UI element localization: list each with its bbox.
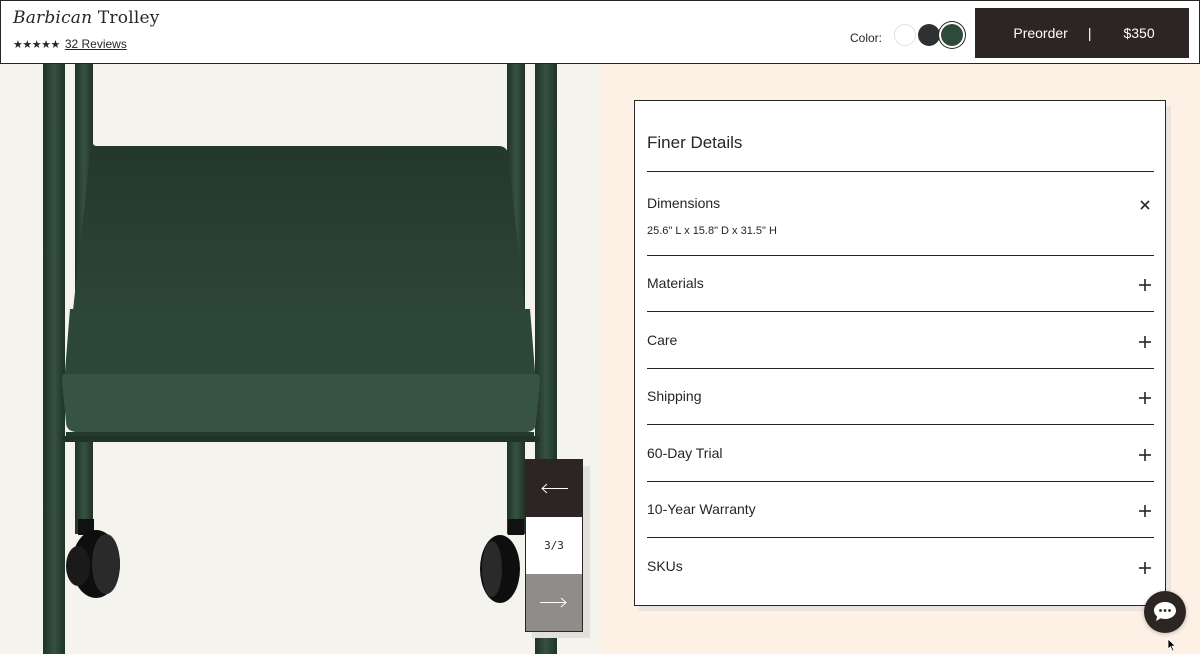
chat-button[interactable] xyxy=(1144,591,1186,633)
product-title-regular: Trolley xyxy=(97,8,160,28)
plus-icon[interactable] xyxy=(1137,447,1153,463)
arrow-right-icon xyxy=(540,597,567,608)
arrow-left-icon xyxy=(541,483,568,494)
divider xyxy=(647,481,1154,482)
finer-details-title: Finer Details xyxy=(647,133,743,152)
divider xyxy=(647,171,1154,172)
preorder-price: $350 xyxy=(1123,25,1155,41)
product-header: Barbican Trolley ★★★★★ 32 Reviews Color:… xyxy=(0,0,1200,64)
reviews-link[interactable]: 32 Reviews xyxy=(65,37,127,51)
accordion-10-year-warranty[interactable]: 10-Year Warranty xyxy=(647,501,756,517)
preorder-separator: | xyxy=(1087,25,1092,41)
product-title-italic: Barbican xyxy=(13,8,93,28)
plus-icon[interactable] xyxy=(1137,560,1153,576)
color-swatch-white[interactable] xyxy=(894,24,916,46)
color-label: Color: xyxy=(850,31,883,45)
plus-icon[interactable] xyxy=(1137,503,1153,519)
star-rating-icon: ★★★★★ xyxy=(13,38,60,51)
preorder-button[interactable]: Preorder | $350 xyxy=(975,8,1189,58)
color-swatch-charcoal[interactable] xyxy=(918,24,940,46)
color-swatch-green[interactable] xyxy=(941,24,963,46)
image-counter: 3/3 xyxy=(544,539,564,552)
image-pager: 3/3 xyxy=(525,459,583,632)
divider xyxy=(647,424,1154,425)
accordion-shipping[interactable]: Shipping xyxy=(647,388,702,404)
plus-icon[interactable] xyxy=(1137,334,1153,350)
product-title: Barbican Trolley xyxy=(13,8,160,28)
divider xyxy=(647,311,1154,312)
divider xyxy=(647,255,1154,256)
mouse-cursor-icon xyxy=(1167,638,1177,652)
chat-bubble-icon xyxy=(1154,602,1176,621)
prev-image-button[interactable] xyxy=(526,460,582,517)
accordion-skus[interactable]: SKUs xyxy=(647,558,683,574)
finer-details-panel: Finer Details Dimensions 25.6" L x 15.8"… xyxy=(634,100,1166,606)
plus-icon[interactable] xyxy=(1137,277,1153,293)
preorder-label: Preorder xyxy=(1013,25,1068,41)
product-image-gallery xyxy=(0,64,600,654)
next-image-button[interactable] xyxy=(526,574,582,631)
rating: ★★★★★ 32 Reviews xyxy=(13,37,127,51)
accordion-dimensions[interactable]: Dimensions xyxy=(647,195,720,211)
divider xyxy=(647,368,1154,369)
close-icon[interactable] xyxy=(1137,197,1153,213)
product-image-trolley xyxy=(43,64,557,654)
plus-icon[interactable] xyxy=(1137,390,1153,406)
accordion-60-day-trial[interactable]: 60-Day Trial xyxy=(647,445,722,461)
accordion-materials[interactable]: Materials xyxy=(647,275,704,291)
dimensions-value: 25.6" L x 15.8" D x 31.5" H xyxy=(647,225,777,237)
accordion-care[interactable]: Care xyxy=(647,332,677,348)
divider xyxy=(647,537,1154,538)
